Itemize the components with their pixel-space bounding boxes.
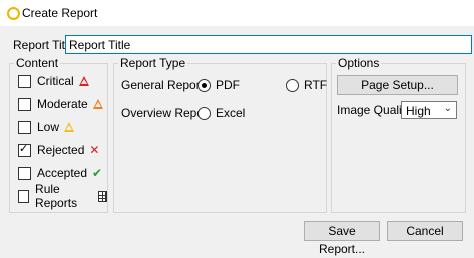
- accepted-checkbox[interactable]: [18, 166, 31, 180]
- critical-label: Critical: [37, 74, 74, 88]
- low-label: Low: [37, 120, 60, 134]
- accepted-label: Accepted: [37, 166, 88, 180]
- red-x-icon: ✕: [89, 143, 100, 157]
- moderate-checkbox-row[interactable]: Moderate: [18, 97, 103, 111]
- excel-radio-option[interactable]: Excel: [198, 106, 245, 120]
- low-checkbox-row[interactable]: Low: [18, 120, 75, 134]
- rtf-radio-option[interactable]: RTF: [286, 78, 327, 92]
- app-icon: [7, 7, 20, 20]
- window-title: Create Report: [22, 6, 98, 20]
- report-type-group: Report Type General Report PDF RTF Overv…: [113, 56, 327, 213]
- accepted-checkbox-row[interactable]: Accepted ✔: [18, 166, 102, 180]
- general-report-label: General Report: [121, 78, 204, 92]
- rtf-label: RTF: [304, 78, 328, 92]
- report-type-group-title: Report Type: [118, 56, 188, 70]
- low-checkbox[interactable]: [18, 120, 31, 134]
- chevron-down-icon: ⌄: [443, 103, 452, 114]
- green-check-icon: ✔: [92, 166, 103, 180]
- cancel-button[interactable]: Cancel: [387, 221, 463, 241]
- rule-reports-checkbox[interactable]: [18, 189, 30, 203]
- image-quality-label: Image Quality: [337, 103, 412, 117]
- critical-checkbox[interactable]: [18, 74, 31, 88]
- image-quality-value: High: [406, 104, 431, 118]
- pdf-radio-option[interactable]: PDF: [198, 78, 240, 92]
- pdf-radio[interactable]: [198, 78, 211, 92]
- rule-reports-checkbox-row[interactable]: Rule Reports: [18, 182, 107, 210]
- image-quality-select[interactable]: High ⌄: [401, 101, 457, 119]
- moderate-label: Moderate: [37, 97, 88, 111]
- rejected-checkbox[interactable]: [18, 142, 31, 157]
- content-group-title: Content: [14, 56, 61, 70]
- save-report-button[interactable]: Save Report...: [304, 221, 380, 256]
- rule-reports-label: Rule Reports: [35, 182, 78, 210]
- table-grid-icon: [97, 190, 107, 202]
- yellow-triangle-icon: [64, 122, 75, 132]
- rejected-label: Rejected: [37, 143, 85, 157]
- moderate-checkbox[interactable]: [18, 97, 31, 111]
- excel-label: Excel: [216, 106, 246, 120]
- page-setup-button[interactable]: Page Setup...: [337, 75, 458, 95]
- orange-triangle-icon: [92, 99, 103, 109]
- rejected-checkbox-row[interactable]: Rejected ✕: [18, 142, 100, 157]
- options-group-title: Options: [336, 56, 382, 70]
- title-bar: Create Report: [0, 0, 474, 26]
- rtf-radio[interactable]: [286, 78, 299, 92]
- content-group: Content Critical Moderate Low Rejected ✕…: [9, 56, 108, 213]
- red-triangle-icon: [78, 76, 89, 86]
- overview-report-label: Overview Report: [121, 106, 211, 120]
- pdf-label: PDF: [216, 78, 240, 92]
- report-title-input[interactable]: [65, 35, 472, 54]
- critical-checkbox-row[interactable]: Critical: [18, 74, 89, 88]
- excel-radio[interactable]: [198, 106, 211, 120]
